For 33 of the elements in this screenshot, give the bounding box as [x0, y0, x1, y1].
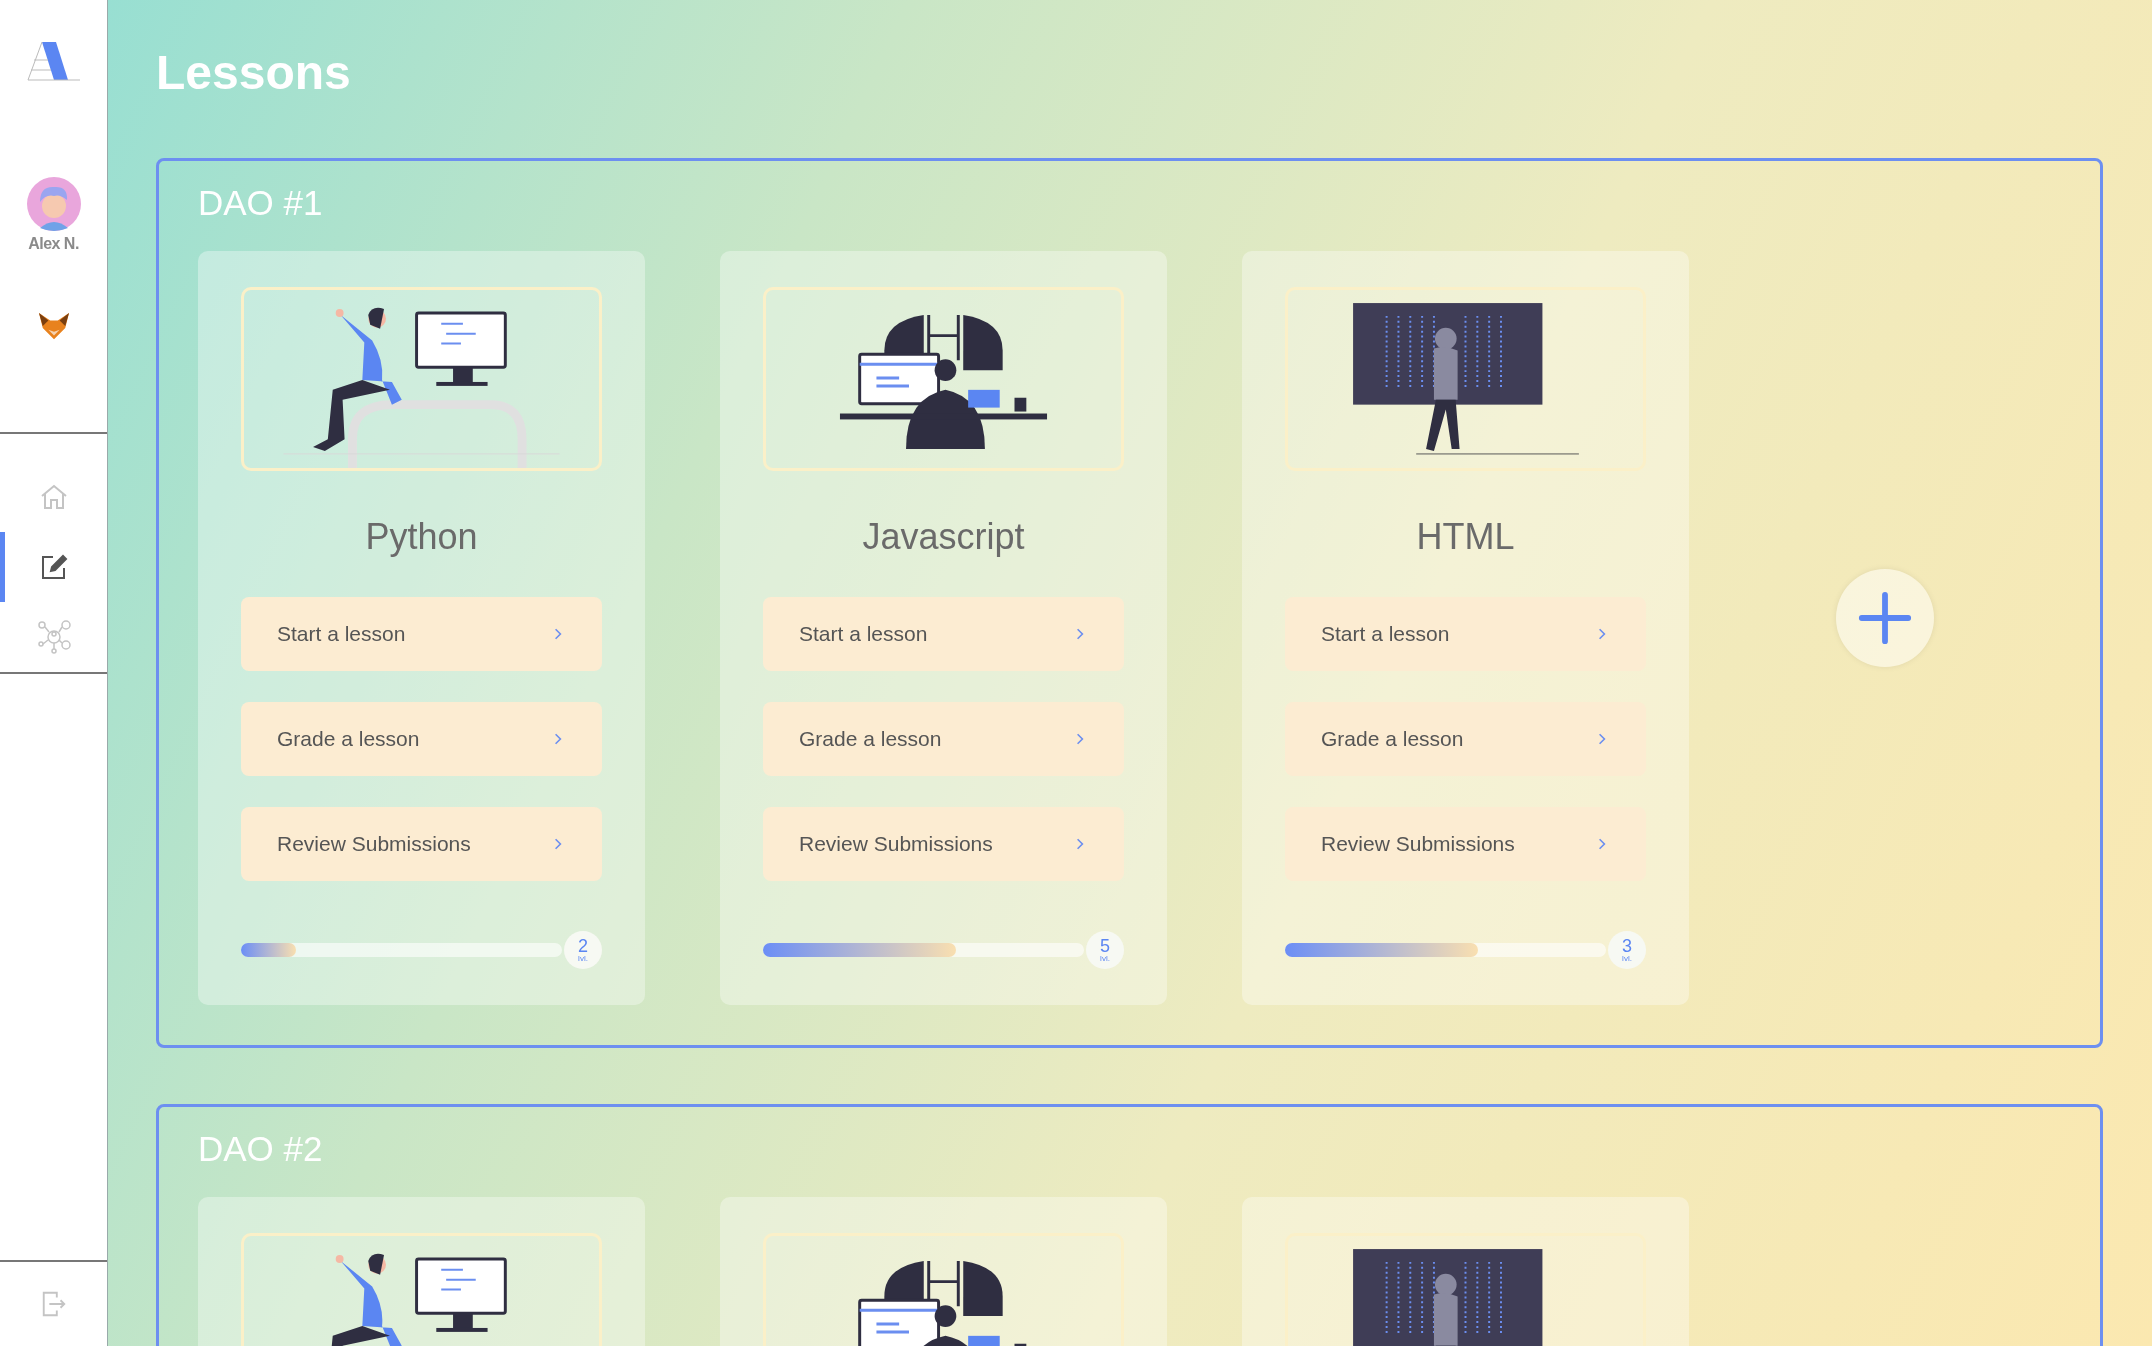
level-badge: 2 lvl. [564, 931, 602, 969]
logo-icon [25, 40, 82, 84]
plus-icon [1856, 589, 1914, 647]
lesson-title: HTML [1415, 517, 1516, 557]
dao-title: DAO #1 [198, 183, 324, 223]
lesson-action-button[interactable]: Review Submissions [1285, 807, 1646, 881]
lesson-action-button[interactable]: Grade a lesson [763, 702, 1124, 776]
level-badge: 5 lvl. [1086, 931, 1124, 969]
user-name: Alex N. [28, 235, 79, 253]
lesson-action-button[interactable]: Start a lesson [763, 597, 1124, 671]
lesson-action-button[interactable]: Start a lesson [1285, 597, 1646, 671]
chevron-icon [1076, 837, 1084, 851]
lesson-action-button[interactable]: Start a lesson [241, 597, 602, 671]
lesson-action-button[interactable]: Review Submissions [241, 807, 602, 881]
avatar-icon[interactable] [25, 176, 82, 232]
lesson-action-button[interactable]: Grade a lesson [1285, 702, 1646, 776]
chevron-icon [1598, 732, 1606, 746]
chevron-icon [554, 627, 562, 641]
fox-icon[interactable] [36, 311, 71, 341]
level-badge: 3 lvl. [1608, 931, 1646, 969]
page-title: Lessons [156, 45, 352, 101]
lesson-action-button[interactable]: Review Submissions [763, 807, 1124, 881]
lesson-action-button[interactable]: Grade a lesson [241, 702, 602, 776]
dao-title: DAO #2 [198, 1129, 324, 1169]
lesson-title: Javascript [861, 517, 1026, 557]
chevron-icon [1076, 627, 1084, 641]
chevron-icon [554, 837, 562, 851]
chevron-icon [554, 732, 562, 746]
chevron-icon [1076, 732, 1084, 746]
lesson-title: Python [364, 517, 479, 557]
chevron-icon [1598, 837, 1606, 851]
network-icon [36, 620, 71, 654]
chevron-icon [1598, 627, 1606, 641]
